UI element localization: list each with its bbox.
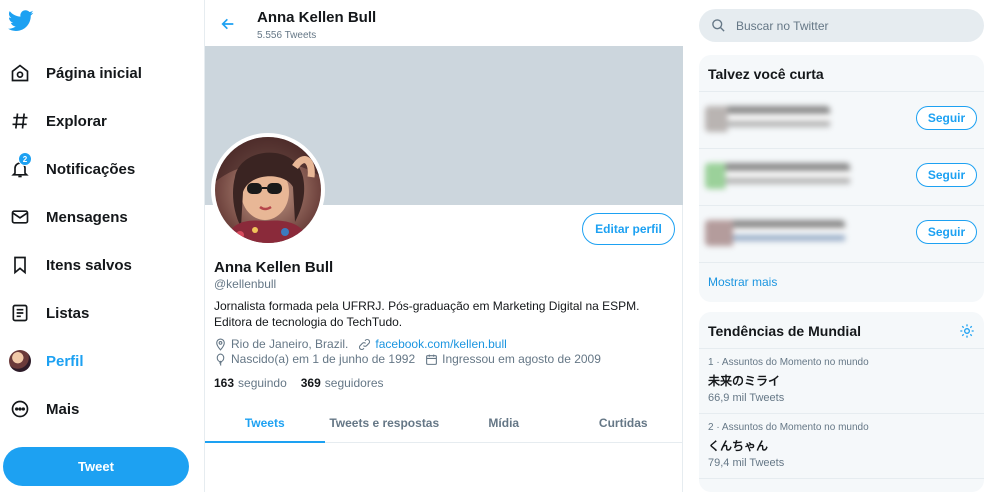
sidebar-item-label: Listas	[46, 304, 90, 322]
tab-likes[interactable]: Curtidas	[564, 403, 684, 442]
sidebar-item-lists[interactable]: Listas	[0, 293, 200, 333]
show-more-link[interactable]: Mostrar mais	[699, 263, 984, 301]
bell-icon: 2	[8, 152, 32, 181]
trend-item[interactable]: 1 · Assuntos do Momento no mundo 未来のミライ …	[699, 349, 984, 414]
sidebar-item-label: Mensagens	[46, 208, 128, 226]
hashtag-icon	[8, 109, 32, 133]
who-to-follow-title: Talvez você curta	[699, 55, 984, 92]
balloon-icon	[216, 353, 225, 366]
trend-count: 66,9 mil Tweets	[708, 392, 785, 404]
notification-badge: 2	[18, 152, 32, 166]
twitter-app: Página inicial Explorar 2 Notificações M…	[0, 0, 984, 492]
more-icon	[8, 397, 32, 421]
profile-bio: Jornalista formada pela UFRRJ. Pós-gradu…	[214, 299, 640, 329]
location-pin-icon	[216, 338, 225, 351]
sidebar-item-messages[interactable]: Mensagens	[0, 197, 200, 237]
sidebar-item-label: Perfil	[46, 352, 84, 370]
home-icon	[8, 61, 32, 85]
search-icon	[712, 19, 725, 32]
profile-handle: @kellenbull	[214, 277, 277, 291]
profile-tabs: Tweets Tweets e respostas Mídia Curtidas	[205, 403, 683, 443]
sidebar-item-label: Notificações	[46, 160, 136, 178]
sidebar-item-bookmarks[interactable]: Itens salvos	[0, 245, 200, 285]
sidebar-item-label: Itens salvos	[46, 256, 132, 274]
followers-link[interactable]: 369 seguidores	[301, 376, 384, 390]
list-icon	[8, 301, 32, 325]
blurred-suggestion	[705, 220, 845, 246]
profile-avatar[interactable]	[211, 133, 325, 247]
profile-name: Anna Kellen Bull	[214, 259, 334, 276]
blurred-suggestion	[705, 163, 850, 189]
gear-icon[interactable]	[959, 323, 975, 339]
avatar-icon	[8, 349, 32, 373]
website-link[interactable]: facebook.com/kellen.bull	[375, 337, 506, 351]
link-icon	[359, 338, 371, 350]
profile-column: Anna Kellen Bull 5.556 Tweets Editar per…	[205, 0, 683, 492]
profile-header-bar: Anna Kellen Bull 5.556 Tweets	[205, 0, 683, 46]
trend-name: くんちゃん	[708, 439, 769, 453]
sidebar-item-label: Página inicial	[46, 64, 142, 82]
following-label: seguindo	[238, 376, 287, 390]
suggestion-row[interactable]: Seguir	[699, 149, 984, 206]
sidebar-item-label: Explorar	[46, 112, 107, 130]
follow-button[interactable]: Seguir	[916, 220, 977, 244]
followers-count: 369	[300, 376, 321, 390]
following-link[interactable]: 163 seguindo	[214, 376, 287, 390]
twitter-logo-icon[interactable]	[7, 10, 38, 40]
trend-item[interactable]: 2 · Assuntos do Momento no mundo くんちゃん 7…	[699, 414, 984, 479]
following-count: 163	[214, 376, 235, 390]
joined-item: Ingressou em agosto de 2009	[425, 352, 601, 366]
tweet-button[interactable]: Tweet	[3, 447, 189, 486]
tab-tweets[interactable]: Tweets	[205, 403, 325, 443]
sidebar-item-profile[interactable]: Perfil	[0, 341, 200, 381]
sidebar-item-more[interactable]: Mais	[0, 389, 200, 429]
follow-stats: 163 seguindo 369 seguidores	[214, 376, 398, 390]
envelope-icon	[8, 205, 32, 229]
tab-media[interactable]: Mídia	[444, 403, 564, 442]
suggestion-row[interactable]: Seguir	[699, 206, 984, 263]
suggestion-row[interactable]: Seguir	[699, 92, 984, 149]
trend-meta: 1 · Assuntos do Momento no mundo	[708, 357, 869, 368]
trends-panel: Tendências de Mundial 1 · Assuntos do Mo…	[699, 312, 984, 492]
location-item: Rio de Janeiro, Brazil.	[214, 337, 348, 351]
sidebar-item-label: Mais	[46, 400, 80, 418]
bookmark-icon	[8, 253, 32, 277]
left-sidebar: Página inicial Explorar 2 Notificações M…	[0, 0, 205, 492]
trends-header: Tendências de Mundial	[699, 312, 984, 349]
avatar	[9, 350, 31, 372]
trend-count: 79,4 mil Tweets	[708, 457, 785, 469]
sidebar-item-explore[interactable]: Explorar	[0, 101, 200, 141]
follow-button[interactable]: Seguir	[916, 106, 977, 130]
edit-profile-button[interactable]: Editar perfil	[582, 213, 675, 245]
calendar-icon	[426, 354, 438, 365]
page-title: Anna Kellen Bull	[257, 9, 377, 26]
right-sidebar: Talvez você curta Seguir Seguir Seguir M…	[683, 0, 984, 492]
tab-tweets-and-replies[interactable]: Tweets e respostas	[325, 403, 445, 442]
joined-text: Ingressou em agosto de 2009	[442, 352, 601, 366]
trend-meta: 2 · Assuntos do Momento no mundo	[708, 422, 869, 433]
birthdate-text: Nascido(a) em 1 de junho de 1992	[231, 352, 416, 366]
trend-name: 未来のミライ	[708, 374, 781, 388]
search-input[interactable]	[736, 18, 956, 33]
follow-button[interactable]: Seguir	[916, 163, 977, 187]
trends-title: Tendências de Mundial	[708, 323, 861, 339]
who-to-follow-panel: Talvez você curta Seguir Seguir Seguir M…	[699, 55, 984, 302]
birthdate-item: Nascido(a) em 1 de junho de 1992	[214, 352, 415, 366]
sidebar-item-notifications[interactable]: 2 Notificações	[0, 149, 200, 189]
search-bar[interactable]	[699, 9, 984, 42]
profile-meta-row-2: Nascido(a) em 1 de junho de 1992 Ingress…	[214, 352, 611, 366]
tweet-count: 5.556 Tweets	[257, 30, 317, 41]
website-item: facebook.com/kellen.bull	[358, 337, 507, 351]
profile-meta-row-1: Rio de Janeiro, Brazil. facebook.com/kel…	[214, 337, 517, 351]
followers-label: seguidores	[324, 376, 384, 390]
back-arrow-icon[interactable]	[217, 13, 239, 35]
location-text: Rio de Janeiro, Brazil.	[231, 337, 349, 351]
blurred-suggestion	[705, 106, 830, 132]
sidebar-item-home[interactable]: Página inicial	[0, 53, 200, 93]
